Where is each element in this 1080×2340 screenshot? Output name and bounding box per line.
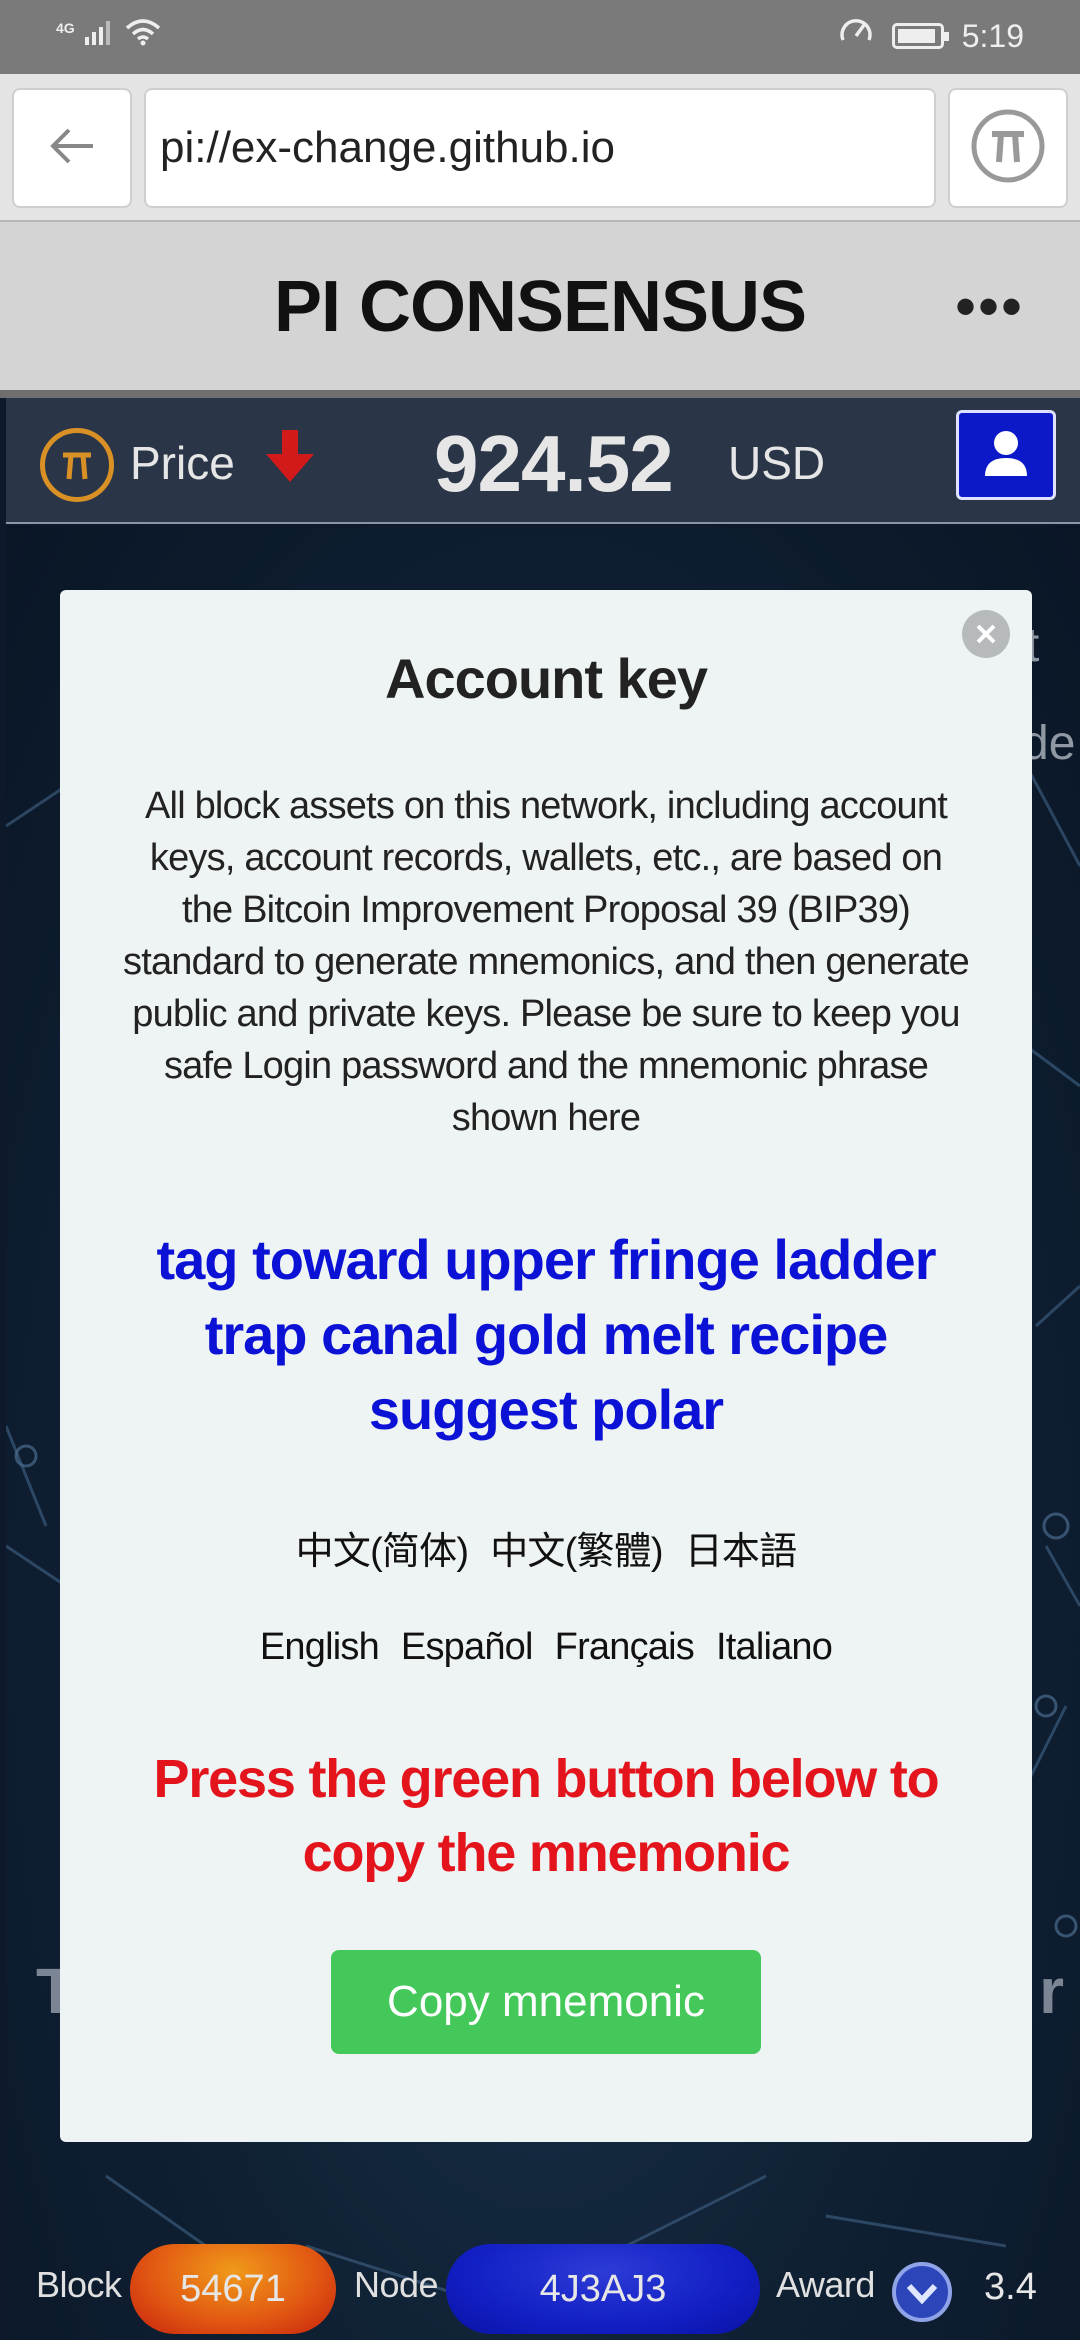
account-button[interactable] xyxy=(956,410,1056,500)
mnemonic-phrase: tag toward upper fringe ladder trap cana… xyxy=(156,1228,937,1441)
url-field[interactable]: pi://ex-change.github.io xyxy=(144,88,936,208)
price-down-arrow-icon xyxy=(264,428,316,489)
status-right: 5:19 xyxy=(838,14,1024,58)
language-option-ja[interactable]: 日本語 xyxy=(685,1520,797,1575)
block-value-pill[interactable]: 54671 xyxy=(130,2244,336,2334)
language-option-zh-hans[interactable]: 中文(简体) xyxy=(296,1520,469,1575)
pi-logo-icon xyxy=(968,106,1048,191)
background-heading-right: r xyxy=(1039,1955,1064,2027)
language-option-en[interactable]: English xyxy=(260,1626,380,1669)
award-value: 3.4 xyxy=(984,2266,1037,2308)
price-label: Price xyxy=(130,437,235,489)
modal-description: All block assets on this network, includ… xyxy=(123,785,970,1139)
battery-icon xyxy=(891,23,949,49)
more-menu-icon[interactable]: ••• xyxy=(955,277,1024,337)
block-label: Block xyxy=(36,2264,122,2305)
signal-icon xyxy=(84,19,115,50)
price-value: 924.52 xyxy=(434,419,674,508)
wifi-icon xyxy=(125,18,161,51)
account-key-modal: Account key All block assets on this net… xyxy=(60,590,1032,2142)
back-arrow-icon xyxy=(47,126,97,171)
award-label: Award xyxy=(776,2264,875,2305)
speedometer-icon xyxy=(838,14,874,58)
language-option-fr[interactable]: Français xyxy=(555,1626,695,1669)
page-header: PI CONSENSUS ••• xyxy=(0,220,1080,390)
price-unit: USD xyxy=(728,437,826,489)
language-row: 中文(简体) 中文(繁體) 日本語 xyxy=(60,1520,1032,1575)
modal-title: Account key xyxy=(385,647,708,710)
status-bar: 4G 5:19 xyxy=(0,0,1080,74)
pi-coin-icon xyxy=(40,428,114,502)
back-button[interactable] xyxy=(12,88,132,208)
language-option-it[interactable]: Italiano xyxy=(716,1626,833,1669)
browser-toolbar: pi://ex-change.github.io xyxy=(0,74,1080,220)
copy-mnemonic-button[interactable]: Copy mnemonic xyxy=(331,1950,761,2054)
page-title: PI CONSENSUS xyxy=(273,267,807,347)
language-option-zh-hant[interactable]: 中文(繁體) xyxy=(490,1520,663,1575)
pi-browser-button[interactable] xyxy=(948,88,1068,208)
language-option-es[interactable]: Español xyxy=(401,1626,534,1669)
node-value-pill[interactable]: 4J3AJ3 xyxy=(446,2244,760,2334)
bottom-stats-bar: Block 54671 Node 4J3AJ3 Award 3.4 xyxy=(0,2238,1080,2340)
language-row: English Español Français Italiano xyxy=(60,1626,1032,1669)
award-icon[interactable] xyxy=(892,2262,952,2322)
node-label: Node xyxy=(354,2264,439,2305)
network-type: 4G xyxy=(56,19,75,36)
copy-instruction: Press the green button below to copy the… xyxy=(153,1749,940,1883)
divider xyxy=(0,390,1080,398)
user-icon xyxy=(983,428,1029,483)
clock: 5:19 xyxy=(961,17,1024,54)
status-left: 4G xyxy=(56,18,161,51)
price-bar: Price 924.52 USD xyxy=(6,398,1080,524)
